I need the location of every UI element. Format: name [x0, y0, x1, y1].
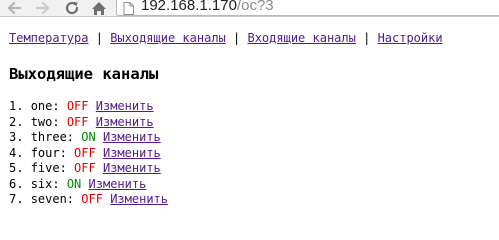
page-title: Выходящие каналы — [9, 65, 159, 83]
change-link[interactable]: Изменить — [96, 115, 154, 129]
change-link[interactable]: Изменить — [103, 146, 161, 160]
nav-separator: | — [363, 31, 371, 45]
nav-link-temperature[interactable]: Температура — [9, 31, 88, 45]
channel-index: 4. — [9, 145, 24, 160]
nav-link-incoming-channels[interactable]: Входящие каналы — [247, 31, 355, 45]
channel-index: 3. — [9, 130, 24, 144]
channel-index: 1. — [9, 99, 24, 113]
nav-separator: | — [95, 31, 103, 45]
channel-state: OFF — [74, 161, 96, 175]
channel-list: 1. one: OFF Изменить 2. two: OFF Изменит… — [9, 99, 443, 208]
channel-state: ON — [81, 130, 96, 144]
channel-row: 4. four: OFF Изменить — [9, 146, 443, 162]
page-content: Температура | Выходящие каналы | Входящи… — [9, 31, 443, 208]
change-link[interactable]: Изменить — [110, 192, 168, 206]
channel-name: one: — [30, 99, 60, 113]
change-link[interactable]: Изменить — [103, 161, 161, 175]
change-link[interactable]: Изменить — [103, 130, 161, 144]
channel-row: 3. three: ON Изменить — [9, 130, 443, 146]
nav-link-outgoing-channels[interactable]: Выходящие каналы — [110, 31, 226, 45]
channel-index: 5. — [9, 161, 24, 175]
address-bar[interactable]: 192.168.1.170/oc?3 — [116, 0, 499, 16]
change-link[interactable]: Изменить — [89, 177, 147, 191]
channel-name: six: — [30, 176, 60, 191]
channel-index: 2. — [9, 114, 24, 129]
channel-row: 6. six: ON Изменить — [9, 177, 443, 193]
channel-index: 7. — [9, 192, 24, 206]
back-arrow-icon[interactable] — [4, 0, 24, 16]
channel-state: ON — [66, 176, 82, 191]
channel-name: two: — [30, 114, 60, 129]
reload-icon[interactable] — [62, 0, 82, 16]
channel-name: seven: — [30, 192, 75, 206]
url-host: 192.168.1.170 — [141, 0, 237, 14]
page-icon — [123, 0, 134, 19]
forward-arrow-icon[interactable] — [33, 0, 53, 16]
channel-row: 1. one: OFF Изменить — [9, 99, 443, 115]
channel-row: 7. seven: OFF Изменить — [9, 192, 443, 208]
channel-state: OFF — [66, 99, 89, 113]
url-text: 192.168.1.170/oc?3 — [141, 0, 274, 15]
home-icon[interactable] — [89, 0, 109, 16]
nav-link-settings[interactable]: Настройки — [378, 31, 443, 45]
change-link[interactable]: Изменить — [96, 99, 154, 113]
nav-separator: | — [233, 31, 241, 45]
channel-name: three: — [30, 130, 75, 144]
channel-name: five: — [30, 161, 67, 175]
channel-index: 6. — [9, 176, 24, 191]
channel-state: OFF — [66, 114, 89, 129]
channel-row: 2. two: OFF Изменить — [9, 115, 443, 131]
top-nav: Температура | Выходящие каналы | Входящи… — [9, 31, 443, 45]
browser-toolbar: 192.168.1.170/oc?3 — [0, 0, 499, 17]
channel-state: OFF — [74, 145, 96, 160]
url-path: /oc?3 — [236, 0, 274, 14]
channel-row: 5. five: OFF Изменить — [9, 161, 443, 177]
channel-name: four: — [30, 145, 67, 160]
channel-state: OFF — [81, 192, 103, 206]
